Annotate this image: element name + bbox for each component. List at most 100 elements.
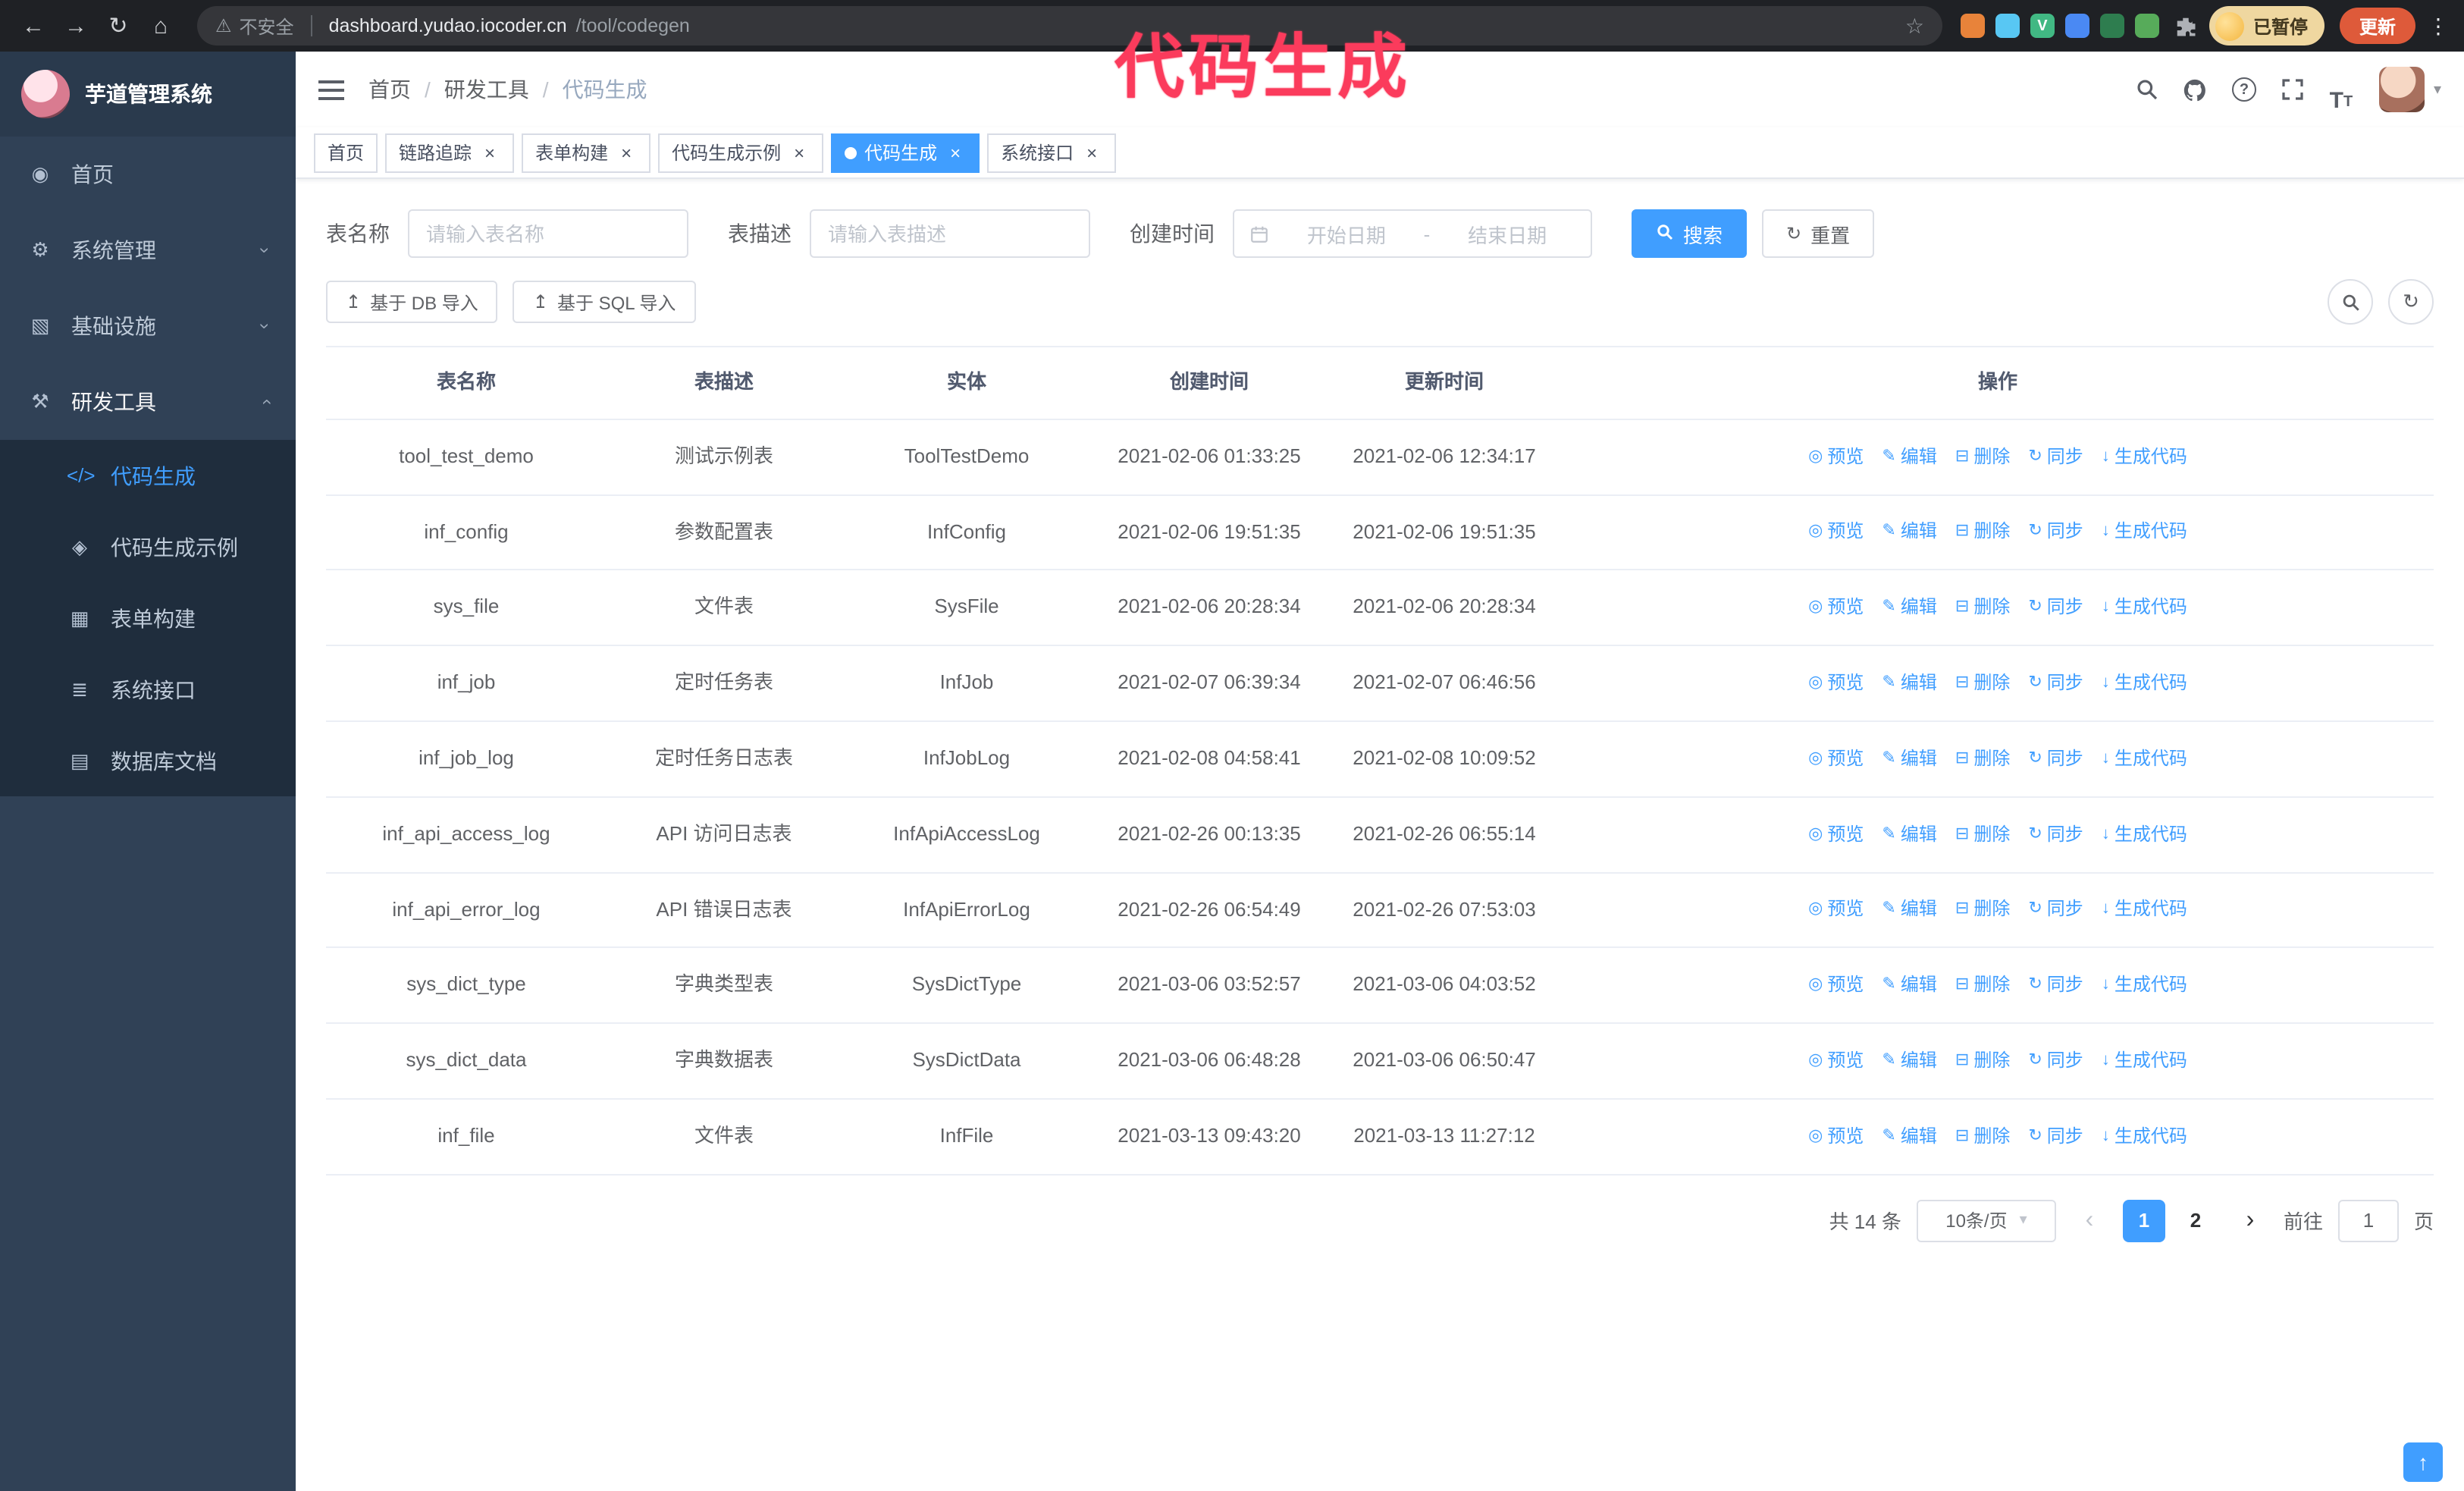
browser-home-icon[interactable]: ⌂: [143, 8, 179, 44]
delete-action-link[interactable]: ⊟ 删除: [1955, 1047, 2010, 1075]
user-avatar[interactable]: [2378, 67, 2425, 112]
preview-action-link[interactable]: ◎ 预览: [1808, 593, 1864, 622]
search-icon[interactable]: [2124, 67, 2170, 112]
extension-icon-orange[interactable]: [1960, 14, 1985, 38]
sync-action-link[interactable]: ↻ 同步: [2028, 669, 2083, 698]
next-page-button[interactable]: ›: [2232, 1208, 2268, 1233]
preview-action-link[interactable]: ◎ 预览: [1808, 518, 1864, 547]
delete-action-link[interactable]: ⊟ 删除: [1955, 1122, 2010, 1151]
delete-action-link[interactable]: ⊟ 删除: [1955, 971, 2010, 1000]
reset-button[interactable]: ↻ 重置: [1762, 209, 1875, 258]
preview-action-link[interactable]: ◎ 预览: [1808, 669, 1864, 698]
sync-action-link[interactable]: ↻ 同步: [2028, 1047, 2083, 1075]
browser-menu-icon[interactable]: ⋮: [2428, 13, 2449, 39]
delete-action-link[interactable]: ⊟ 删除: [1955, 896, 2010, 924]
sidebar-item-form-builder[interactable]: ▦ 表单构建: [0, 582, 296, 654]
delete-action-link[interactable]: ⊟ 删除: [1955, 518, 2010, 547]
extension-icon-green[interactable]: [2134, 14, 2159, 38]
browser-profile-button[interactable]: 已暂停: [2209, 6, 2324, 46]
generate-code-action-link[interactable]: ↓ 生成代码: [2102, 518, 2187, 547]
edit-action-link[interactable]: ✎ 编辑: [1882, 593, 1936, 622]
preview-action-link[interactable]: ◎ 预览: [1808, 896, 1864, 924]
security-chip[interactable]: ⚠ 不安全: [215, 13, 294, 39]
close-tab-icon[interactable]: ×: [616, 142, 637, 163]
date-range-picker[interactable]: 开始日期 - 结束日期: [1233, 209, 1592, 258]
generate-code-action-link[interactable]: ↓ 生成代码: [2102, 442, 2187, 471]
preview-action-link[interactable]: ◎ 预览: [1808, 745, 1864, 774]
extension-icon-blue[interactable]: [2064, 14, 2089, 38]
delete-action-link[interactable]: ⊟ 删除: [1955, 669, 2010, 698]
tab-system-api[interactable]: 系统接口 ×: [987, 133, 1117, 172]
generate-code-action-link[interactable]: ↓ 生成代码: [2102, 1122, 2187, 1151]
generate-code-action-link[interactable]: ↓ 生成代码: [2102, 669, 2187, 698]
extension-icon-vue-devtools[interactable]: V: [2030, 14, 2055, 38]
prev-page-button[interactable]: ‹: [2071, 1208, 2108, 1233]
edit-action-link[interactable]: ✎ 编辑: [1882, 745, 1936, 774]
preview-action-link[interactable]: ◎ 预览: [1808, 442, 1864, 471]
tab-codegen[interactable]: 代码生成 ×: [831, 133, 980, 172]
browser-refresh-icon[interactable]: ↻: [100, 8, 136, 44]
sidebar-item-codegen-example[interactable]: ◈ 代码生成示例: [0, 511, 296, 582]
search-button[interactable]: 搜索: [1632, 209, 1748, 258]
address-bar[interactable]: ⚠ 不安全 dashboard.yudao.iocoder.cn /tool/c…: [197, 6, 1942, 46]
sync-action-link[interactable]: ↻ 同步: [2028, 896, 2083, 924]
font-size-icon[interactable]: TT: [2318, 67, 2364, 112]
close-tab-icon[interactable]: ×: [1081, 142, 1102, 163]
page-size-select[interactable]: 10条/页 ▾: [1916, 1199, 2056, 1242]
github-icon[interactable]: [2173, 67, 2218, 112]
browser-back-icon[interactable]: ←: [15, 8, 52, 44]
page-button-2[interactable]: 2: [2174, 1200, 2217, 1242]
edit-action-link[interactable]: ✎ 编辑: [1882, 669, 1936, 698]
preview-action-link[interactable]: ◎ 预览: [1808, 1047, 1864, 1075]
table-desc-input[interactable]: [810, 209, 1090, 258]
edit-action-link[interactable]: ✎ 编辑: [1882, 971, 1936, 1000]
breadcrumb-item[interactable]: 首页: [368, 74, 411, 105]
fullscreen-icon[interactable]: [2270, 67, 2315, 112]
toggle-search-button[interactable]: [2328, 279, 2373, 325]
extension-icon-dark-green[interactable]: [2099, 14, 2124, 38]
generate-code-action-link[interactable]: ↓ 生成代码: [2102, 593, 2187, 622]
sidebar-item-infrastructure[interactable]: ▧ 基础设施 ›: [0, 288, 296, 364]
table-name-input[interactable]: [408, 209, 688, 258]
import-sql-button[interactable]: ↥ 基于 SQL 导入: [513, 281, 696, 323]
generate-code-action-link[interactable]: ↓ 生成代码: [2102, 971, 2187, 1000]
sync-action-link[interactable]: ↻ 同步: [2028, 745, 2083, 774]
help-icon[interactable]: ?: [2221, 67, 2267, 112]
page-button-1[interactable]: 1: [2122, 1199, 2165, 1242]
sidebar-item-codegen[interactable]: </> 代码生成: [0, 440, 296, 511]
generate-code-action-link[interactable]: ↓ 生成代码: [2102, 896, 2187, 924]
close-tab-icon[interactable]: ×: [479, 142, 500, 163]
tab-form-builder[interactable]: 表单构建 ×: [522, 133, 651, 172]
tab-tracer[interactable]: 链路追踪 ×: [385, 133, 515, 172]
sidebar-item-system-api[interactable]: ≣ 系统接口: [0, 654, 296, 725]
jump-page-input[interactable]: [2337, 1199, 2399, 1242]
bookmark-star-icon[interactable]: ☆: [1905, 13, 1924, 39]
edit-action-link[interactable]: ✎ 编辑: [1882, 896, 1936, 924]
extensions-puzzle-icon[interactable]: [2174, 14, 2197, 37]
generate-code-action-link[interactable]: ↓ 生成代码: [2102, 820, 2187, 849]
extension-icon-lightblue[interactable]: [1995, 14, 2020, 38]
sidebar-item-dev-tools[interactable]: ⚒ 研发工具 ›: [0, 364, 296, 440]
sync-action-link[interactable]: ↻ 同步: [2028, 971, 2083, 1000]
sidebar-item-home[interactable]: ◉ 首页: [0, 137, 296, 212]
edit-action-link[interactable]: ✎ 编辑: [1882, 820, 1936, 849]
close-tab-icon[interactable]: ×: [788, 142, 810, 163]
preview-action-link[interactable]: ◎ 预览: [1808, 820, 1864, 849]
avatar-caret-icon[interactable]: ▾: [2434, 81, 2441, 98]
generate-code-action-link[interactable]: ↓ 生成代码: [2102, 1047, 2187, 1075]
refresh-table-button[interactable]: ↻: [2388, 279, 2434, 325]
delete-action-link[interactable]: ⊟ 删除: [1955, 820, 2010, 849]
sidebar-item-db-doc[interactable]: ▤ 数据库文档: [0, 725, 296, 796]
sidebar-item-system-management[interactable]: ⚙ 系统管理 ›: [0, 212, 296, 288]
close-tab-icon[interactable]: ×: [945, 142, 966, 163]
preview-action-link[interactable]: ◎ 预览: [1808, 1122, 1864, 1151]
breadcrumb-item[interactable]: 研发工具: [444, 74, 529, 105]
tab-codegen-example[interactable]: 代码生成示例 ×: [658, 133, 824, 172]
sync-action-link[interactable]: ↻ 同步: [2028, 820, 2083, 849]
browser-update-button[interactable]: 更新: [2339, 8, 2415, 44]
delete-action-link[interactable]: ⊟ 删除: [1955, 442, 2010, 471]
edit-action-link[interactable]: ✎ 编辑: [1882, 1047, 1936, 1075]
sync-action-link[interactable]: ↻ 同步: [2028, 442, 2083, 471]
app-logo[interactable]: 芋道管理系统: [0, 52, 296, 137]
generate-code-action-link[interactable]: ↓ 生成代码: [2102, 745, 2187, 774]
